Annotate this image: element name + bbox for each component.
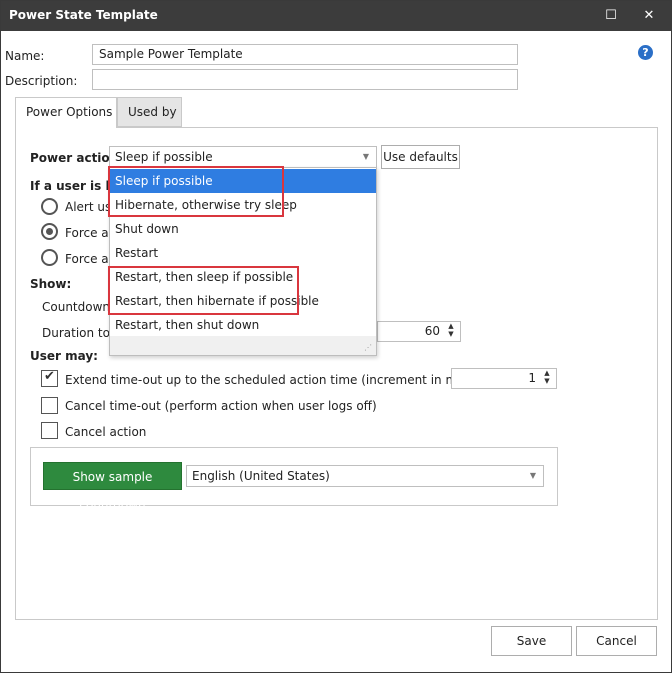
extend-timeout-stepper[interactable]: 1 ▲ ▼ bbox=[451, 368, 557, 389]
title-bar: Power State Template ☐ ✕ bbox=[1, 1, 671, 31]
force-action-2-label: Force ac bbox=[65, 252, 116, 266]
power-state-template-window: Power State Template ☐ ✕ Name: Sample Po… bbox=[0, 0, 672, 673]
spin-arrows-icon[interactable]: ▲ ▼ bbox=[446, 322, 456, 338]
description-field[interactable] bbox=[92, 69, 518, 90]
option-restart-then-shut-down[interactable]: Restart, then shut down bbox=[110, 313, 376, 337]
dropdown-footer: ⋰ bbox=[110, 336, 376, 355]
extend-timeout-label: Extend time-out up to the scheduled acti… bbox=[65, 373, 499, 387]
extend-timeout-checkbox[interactable]: ✔ bbox=[41, 369, 58, 387]
resize-grip-icon[interactable]: ⋰ bbox=[364, 343, 372, 352]
help-icon[interactable]: ? bbox=[638, 45, 653, 60]
power-action-value: Sleep if possible bbox=[115, 150, 213, 164]
force-action-2-radio[interactable] bbox=[41, 249, 58, 266]
cancel-timeout-checkbox[interactable] bbox=[41, 397, 58, 414]
use-defaults-button[interactable]: Use defaults bbox=[381, 145, 460, 169]
chevron-down-icon: ▼ bbox=[362, 152, 370, 161]
highlight-box-restart-options bbox=[108, 266, 299, 315]
highlight-box-sleep-hibernate bbox=[108, 166, 284, 217]
option-shut-down[interactable]: Shut down bbox=[110, 217, 376, 241]
show-label: Show: bbox=[30, 277, 72, 291]
power-action-select[interactable]: Sleep if possible ▼ bbox=[109, 146, 377, 168]
save-button[interactable]: Save bbox=[491, 626, 572, 656]
cancel-action-label: Cancel action bbox=[65, 425, 147, 439]
chevron-down-icon: ▼ bbox=[529, 471, 537, 480]
name-field[interactable]: Sample Power Template bbox=[92, 44, 518, 65]
tab-power-options[interactable]: Power Options bbox=[15, 97, 117, 128]
extend-timeout-value: 1 bbox=[528, 371, 536, 385]
option-restart[interactable]: Restart bbox=[110, 241, 376, 265]
force-action-radio[interactable] bbox=[41, 223, 58, 240]
close-icon[interactable]: ✕ bbox=[630, 1, 668, 31]
duration-stepper[interactable]: 60 ▲ ▼ bbox=[377, 321, 461, 342]
language-select[interactable]: English (United States) ▼ bbox=[186, 465, 544, 487]
duration-value: 60 bbox=[424, 324, 440, 338]
description-label: Description: bbox=[5, 74, 78, 88]
language-value: English (United States) bbox=[192, 469, 330, 483]
force-action-label: Force ac bbox=[65, 226, 116, 240]
name-label: Name: bbox=[5, 49, 45, 63]
cancel-button[interactable]: Cancel bbox=[576, 626, 657, 656]
window-title: Power State Template bbox=[9, 8, 158, 22]
user-may-label: User may: bbox=[30, 349, 98, 363]
tab-used-by[interactable]: Used by bbox=[117, 97, 182, 127]
checkmark-icon: ✔ bbox=[44, 369, 55, 384]
countdown-label: Countdown f bbox=[42, 300, 119, 314]
cancel-action-checkbox[interactable] bbox=[41, 422, 58, 439]
show-sample-countdown-button[interactable]: Show sample countdown bbox=[43, 462, 182, 512]
cancel-timeout-label: Cancel time-out (perform action when use… bbox=[65, 399, 377, 413]
spin-arrows-icon[interactable]: ▲ ▼ bbox=[542, 369, 552, 385]
alert-user-radio[interactable] bbox=[41, 198, 58, 215]
maximize-icon[interactable]: ☐ bbox=[592, 1, 630, 31]
